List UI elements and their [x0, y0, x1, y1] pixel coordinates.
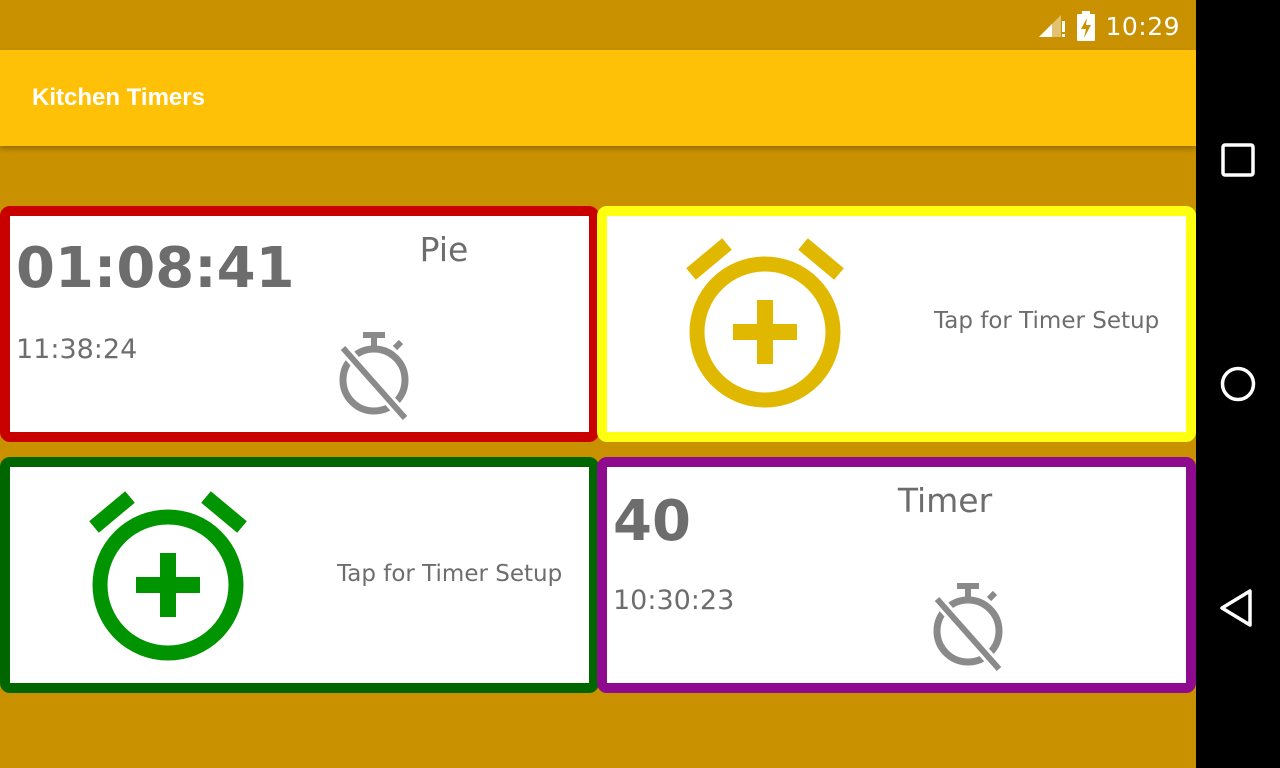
status-clock: 10:29: [1105, 11, 1180, 41]
status-icons: 10:29: [1037, 8, 1180, 44]
signal-icon: [1039, 15, 1066, 37]
timer-end-time: 10:30:23: [613, 585, 735, 616]
timer-setup-prompt: Tap for Timer Setup: [337, 561, 563, 587]
timer-card-2-body: Tap for Timer Setup: [607, 216, 1186, 432]
app-title: Kitchen Timers: [32, 84, 205, 111]
add-alarm-icon[interactable]: [82, 489, 254, 665]
battery-charging-icon: [1077, 11, 1096, 41]
timer-name: Timer: [897, 481, 993, 520]
timer-remaining: 40: [613, 489, 691, 554]
add-alarm-icon[interactable]: [679, 236, 851, 412]
status-bar: 10:29: [0, 0, 1196, 50]
recents-icon[interactable]: [1213, 135, 1263, 185]
alarm-off-icon[interactable]: [333, 328, 415, 424]
app-bar: Kitchen Timers: [0, 50, 1196, 146]
timer-remaining: 01:08:41: [16, 236, 295, 301]
alarm-off-icon[interactable]: [927, 579, 1009, 675]
timer-card-3[interactable]: Tap for Timer Setup: [0, 457, 599, 693]
timer-setup-prompt: Tap for Timer Setup: [934, 308, 1160, 334]
timer-end-time: 11:38:24: [16, 334, 138, 365]
home-icon[interactable]: [1213, 359, 1263, 409]
navigation-bar: [1196, 0, 1280, 768]
timer-card-4[interactable]: 40 Timer 10:30:23: [597, 457, 1196, 693]
timer-card-4-body: 40 Timer 10:30:23: [607, 467, 1186, 683]
timer-name: Pie: [419, 230, 469, 269]
timer-card-2[interactable]: Tap for Timer Setup: [597, 206, 1196, 442]
timer-card-1-body: 01:08:41 Pie 11:38:24: [10, 216, 589, 432]
back-icon[interactable]: [1213, 583, 1263, 633]
timer-card-3-body: Tap for Timer Setup: [10, 467, 589, 683]
timer-card-1[interactable]: 01:08:41 Pie 11:38:24: [0, 206, 599, 442]
app-screen: 10:29 Kitchen Timers 01:08:41 Pie 11:38:…: [0, 0, 1196, 768]
